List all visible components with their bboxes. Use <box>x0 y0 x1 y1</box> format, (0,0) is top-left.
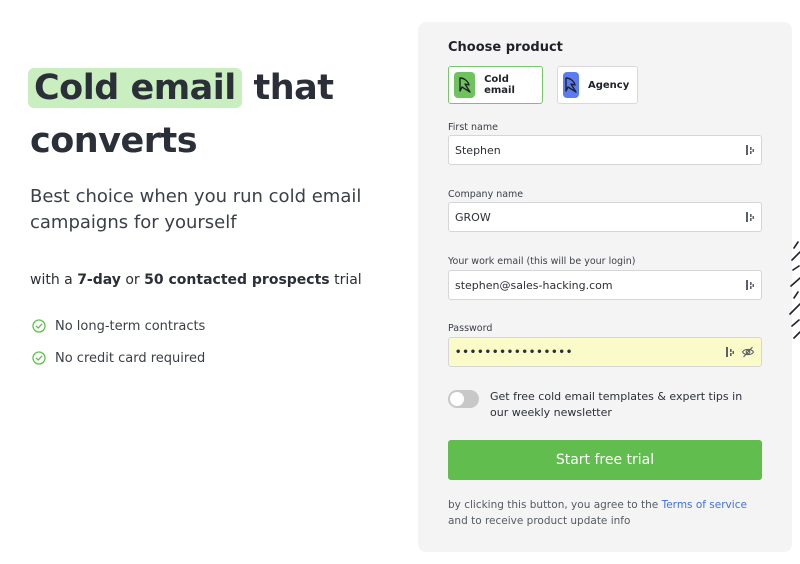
headline-line-2: converts <box>30 121 198 161</box>
company-name-field <box>448 202 762 232</box>
first-name-field <box>448 135 762 165</box>
password-input[interactable] <box>455 346 721 358</box>
page-title: Cold email that converts <box>28 62 400 168</box>
work-email-field <box>448 270 762 300</box>
work-email-label: Your work email (this will be your login… <box>448 256 636 267</box>
company-name-input[interactable] <box>455 210 741 224</box>
password-manager-icon[interactable] <box>745 210 755 224</box>
hero-subtitle: Best choice when you run cold email camp… <box>30 186 362 233</box>
feature-label: No credit card required <box>55 350 206 366</box>
trial-prospects: 50 contacted prospects <box>144 272 330 288</box>
first-name-input[interactable] <box>455 143 741 157</box>
check-circle-icon <box>32 319 46 333</box>
trial-or: or <box>120 272 145 288</box>
start-free-trial-button[interactable]: Start free trial <box>448 440 762 480</box>
headline-rest: that <box>241 68 334 108</box>
trial-prefix: with a <box>30 272 78 288</box>
hero: Cold email that converts <box>28 62 400 168</box>
password-manager-icon[interactable] <box>745 278 755 292</box>
work-email-input[interactable] <box>455 278 741 292</box>
headline-highlight: Cold email <box>28 68 242 108</box>
terms-of-service-link[interactable]: Terms of service <box>662 499 747 511</box>
legal-text: by clicking this button, you agree to th… <box>448 497 768 529</box>
cold-email-logo-icon <box>454 72 476 98</box>
legal-prefix: by clicking this button, you agree to th… <box>448 499 662 511</box>
product-option-cold-email[interactable]: Cold email <box>448 66 543 104</box>
feature-label: No long-term contracts <box>55 318 206 334</box>
trial-days: 7-day <box>77 272 121 288</box>
product-label: Cold email <box>484 74 515 96</box>
legal-suffix: and to receive product update info <box>448 515 631 527</box>
feature-item: No credit card required <box>32 348 205 368</box>
password-field <box>448 337 762 367</box>
decorative-illustration <box>789 241 800 339</box>
eye-slash-icon[interactable] <box>741 345 755 359</box>
product-label: Agency <box>588 79 630 91</box>
company-name-label: Company name <box>448 189 524 200</box>
product-option-agency[interactable]: Agency <box>557 66 638 104</box>
toggle-knob <box>450 392 464 406</box>
agency-logo-icon <box>563 72 579 98</box>
choose-product-title: Choose product <box>448 40 563 55</box>
password-manager-icon[interactable] <box>725 345 735 359</box>
check-circle-icon <box>32 351 46 365</box>
feature-list: No long-term contracts No credit card re… <box>32 316 205 380</box>
password-manager-icon[interactable] <box>745 143 755 157</box>
newsletter-toggle[interactable] <box>448 390 479 408</box>
newsletter-label: Get free cold email templates & expert t… <box>490 390 743 419</box>
first-name-label: First name <box>448 122 498 133</box>
trial-suffix: trial <box>329 272 362 288</box>
feature-item: No long-term contracts <box>32 316 205 336</box>
trial-info: with a 7-day or 50 contacted prospects t… <box>30 272 362 288</box>
password-label: Password <box>448 323 493 334</box>
signup-card: Choose product Cold email Agency First n… <box>418 22 792 552</box>
